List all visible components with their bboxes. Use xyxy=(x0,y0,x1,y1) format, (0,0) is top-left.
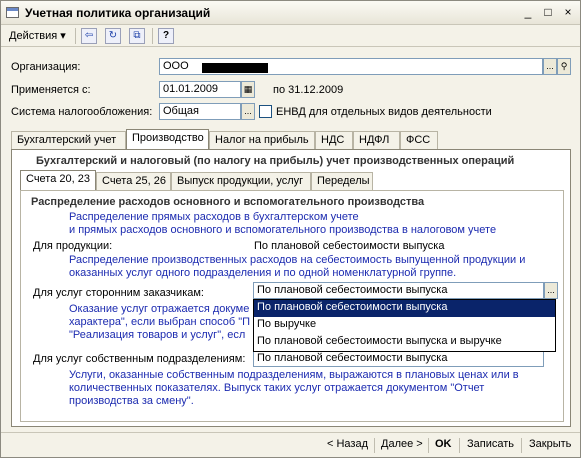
main-window: Учетная политика организаций _ □ × Дейст… xyxy=(0,0,581,458)
close-button[interactable]: Закрыть xyxy=(529,438,571,450)
next-button[interactable]: Далее > xyxy=(381,438,423,450)
products-value: По плановой себестоимости выпуска xyxy=(254,240,445,252)
dropdown-arrow-icon: ▾ xyxy=(60,30,66,42)
tab-profit-tax[interactable]: Налог на прибыль xyxy=(209,131,315,149)
toolbar: Действия ▾ ⇦ ↻ ⧉ ? xyxy=(1,25,580,47)
ok-button[interactable]: OK xyxy=(435,438,452,450)
section-note-line1: Распределение прямых расходов в бухгалте… xyxy=(69,211,359,223)
envd-checkbox[interactable] xyxy=(259,105,272,118)
tab-ndfl[interactable]: НДФЛ xyxy=(353,131,400,149)
tab-accounting[interactable]: Бухгалтерский учет xyxy=(11,131,126,149)
section-title: Распределение расходов основного и вспом… xyxy=(31,196,425,208)
toolbar-divider xyxy=(152,28,153,44)
org-select-button[interactable]: ... xyxy=(543,58,557,75)
bottom-divider xyxy=(459,438,460,453)
search-icon[interactable]: ⚲ xyxy=(557,58,571,75)
production-heading: Бухгалтерский и налоговый (по налогу на … xyxy=(36,155,515,167)
subtab-redistribution[interactable]: Переделы xyxy=(311,172,373,190)
applies-to-text: по 31.12.2009 xyxy=(273,84,344,96)
own-units-note-line1: Услуги, оказанные собственным подразделе… xyxy=(69,369,519,381)
redacted-block xyxy=(202,63,268,73)
tab-vat[interactable]: НДС xyxy=(315,131,353,149)
tax-system-label: Система налогообложения: xyxy=(11,106,153,118)
bottom-divider xyxy=(374,438,375,453)
subtab-accounts-20-23[interactable]: Счета 20, 23 xyxy=(20,170,96,190)
subtab-output[interactable]: Выпуск продукции, услуг xyxy=(171,172,311,190)
back-button[interactable]: < Назад xyxy=(327,438,368,450)
third-party-field[interactable]: По плановой себестоимости выпуска xyxy=(253,282,544,299)
toolbar-divider xyxy=(75,28,76,44)
calendar-icon[interactable]: ▦ xyxy=(241,81,255,98)
products-label: Для продукции: xyxy=(33,240,113,252)
products-note-line2: оказанных услуг одного подразделения и п… xyxy=(69,267,457,279)
applies-from-field[interactable]: 01.01.2009 xyxy=(159,81,241,98)
actions-menu[interactable]: Действия ▾ xyxy=(9,29,66,42)
org-label: Организация: xyxy=(11,61,81,73)
help-icon[interactable]: ? xyxy=(158,28,174,44)
window-icon xyxy=(6,7,19,18)
tax-system-field[interactable]: Общая xyxy=(159,103,241,120)
subtab-accounts-25-26[interactable]: Счета 25, 26 xyxy=(96,172,171,190)
bottom-divider xyxy=(428,438,429,453)
org-value: ООО xyxy=(163,60,189,72)
own-units-note-line2: количественных показателях. Выпуск таких… xyxy=(69,382,485,394)
close-window-button[interactable]: × xyxy=(561,6,575,19)
third-party-note-line1: Оказание услуг отражается докуме xyxy=(69,303,250,315)
third-party-note-line3: "Реализация товаров и услуг", есл xyxy=(69,329,246,341)
org-field[interactable]: ООО xyxy=(159,58,543,75)
applies-from-label: Применяется с: xyxy=(11,84,91,96)
refresh-icon[interactable]: ↻ xyxy=(105,28,121,44)
own-units-note-line3: производства за смену". xyxy=(69,395,194,407)
minimize-button[interactable]: _ xyxy=(521,6,535,19)
own-units-field[interactable]: По плановой себестоимости выпуска xyxy=(253,350,544,367)
third-party-note-line2: характера", если выбран способ "П xyxy=(69,316,251,328)
third-party-select-button[interactable]: ... xyxy=(544,282,558,299)
section-note-line2: и прямых расходов основного и вспомогате… xyxy=(69,224,497,236)
actions-label: Действия xyxy=(9,30,58,42)
envd-label: ЕНВД для отдельных видов деятельности xyxy=(276,106,492,118)
bottom-bar: < Назад Далее > OK Записать Закрыть xyxy=(1,432,580,457)
production-panel: Бухгалтерский и налоговый (по налогу на … xyxy=(11,149,571,427)
tax-system-select-button[interactable]: ... xyxy=(241,103,255,120)
third-party-label: Для услуг сторонним заказчикам: xyxy=(33,287,204,299)
copy-icon[interactable]: ⧉ xyxy=(129,28,145,44)
maximize-button[interactable]: □ xyxy=(541,6,555,19)
dropdown-option[interactable]: По плановой себестоимости выпуска xyxy=(254,300,555,317)
dropdown-option[interactable]: По выручке xyxy=(254,317,555,334)
back-arrow-icon[interactable]: ⇦ xyxy=(81,28,97,44)
own-units-label: Для услуг собственным подразделениям: xyxy=(33,353,246,365)
third-party-dropdown-list: По плановой себестоимости выпуска По выр… xyxy=(253,299,556,352)
tab-fss[interactable]: ФСС xyxy=(400,131,438,149)
dropdown-option[interactable]: По плановой себестоимости выпуска и выру… xyxy=(254,334,555,351)
title-bar: Учетная политика организаций _ □ × xyxy=(1,1,580,25)
products-note-line1: Распределение производственных расходов … xyxy=(69,254,526,266)
bottom-divider xyxy=(521,438,522,453)
window-title: Учетная политика организаций xyxy=(25,6,211,20)
tab-production[interactable]: Производство xyxy=(126,129,209,149)
save-button[interactable]: Записать xyxy=(467,438,514,450)
